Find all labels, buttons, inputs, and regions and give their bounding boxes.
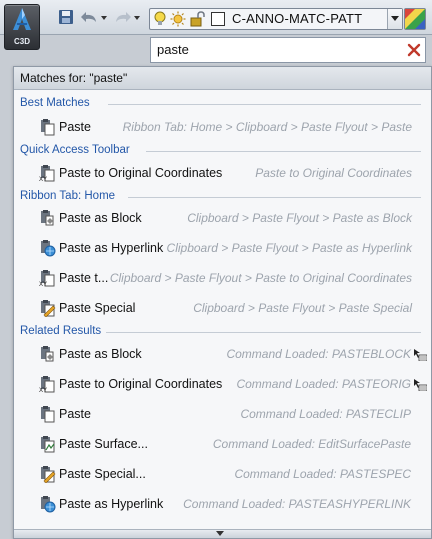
search-results-panel: Matches for: "paste" Best Matches Paste … xyxy=(13,66,432,539)
result-label: Paste as Block xyxy=(59,347,142,361)
command-search-box[interactable] xyxy=(150,37,426,63)
result-label: Paste as Hyperlink xyxy=(59,497,164,511)
result-row[interactable]: Paste as Block Clipboard > Paste Flyout … xyxy=(14,203,431,233)
result-path: Clipboard > Paste Flyout > Paste as Hype… xyxy=(166,241,412,255)
result-label: Paste as Hyperlink xyxy=(59,241,164,255)
section-divider xyxy=(128,197,421,198)
app-product-label: C3D xyxy=(13,37,30,46)
result-label: Paste as Block xyxy=(59,211,142,225)
result-path: Clipboard > Paste Flyout > Paste to Orig… xyxy=(109,271,412,285)
result-path: Ribbon Tab: Home > Clipboard > Paste Fly… xyxy=(122,120,412,134)
chevron-down-icon xyxy=(391,16,399,21)
paste-special-icon xyxy=(41,300,56,317)
svg-text:XY: XY xyxy=(39,282,47,287)
layer-unlock-icon[interactable] xyxy=(189,11,205,27)
undo-icon[interactable] xyxy=(80,9,98,25)
search-input[interactable] xyxy=(153,40,409,58)
layer-name: C-ANNO-MATC-PATT xyxy=(232,11,363,26)
undo-dropdown-icon[interactable] xyxy=(100,9,108,25)
result-path: Command Loaded: PASTEBLOCK xyxy=(226,347,411,361)
section-ribbon-tab-home: Ribbon Tab: Home xyxy=(20,190,116,202)
paste-hyperlink-icon xyxy=(41,496,56,513)
result-label: Paste xyxy=(59,120,91,134)
section-divider xyxy=(106,332,421,333)
result-row[interactable]: Paste as Hyperlink Clipboard > Paste Fly… xyxy=(14,233,431,263)
close-icon[interactable] xyxy=(406,42,422,58)
paste-hyperlink-icon xyxy=(41,240,56,257)
result-row[interactable]: Paste Special... Command Loaded: PASTESP… xyxy=(14,459,431,489)
result-path: Command Loaded: PASTEORIG xyxy=(236,377,411,391)
result-label: Paste Surface... xyxy=(59,437,148,451)
layer-thaw-icon[interactable] xyxy=(170,11,186,27)
paste-surface-icon xyxy=(41,436,55,453)
save-icon[interactable] xyxy=(58,9,74,25)
layer-color-swatch[interactable] xyxy=(211,12,225,26)
result-label: Paste t... xyxy=(59,271,109,285)
paste-orig-icon: XY xyxy=(39,165,55,182)
result-row[interactable]: Paste as Hyperlink Command Loaded: PASTE… xyxy=(14,489,431,519)
autocad-logo-icon xyxy=(13,8,31,30)
layer-on-icon[interactable] xyxy=(153,11,167,27)
result-path: Clipboard > Paste Flyout > Paste Special xyxy=(193,301,412,315)
paste-icon xyxy=(41,406,55,423)
section-related-results: Related Results xyxy=(20,325,102,337)
layer-dropdown[interactable]: C-ANNO-MATC-PATT xyxy=(149,8,403,30)
paste-orig-icon: XY xyxy=(39,270,55,287)
section-divider xyxy=(108,104,421,105)
result-label: Paste to Original Coordinates xyxy=(59,166,223,180)
result-row[interactable]: Paste Surface... Command Loaded: EditSur… xyxy=(14,429,431,459)
paste-icon xyxy=(41,119,55,136)
results-header-text: Matches for: "paste" xyxy=(20,71,128,85)
command-line-icon xyxy=(414,379,427,391)
result-row[interactable]: Paste as Block Command Loaded: PASTEBLOC… xyxy=(14,339,431,369)
results-header: Matches for: "paste" xyxy=(14,67,431,90)
result-path: Command Loaded: PASTECLIP xyxy=(240,407,411,421)
result-row[interactable]: XY Paste to Original Coordinates Paste t… xyxy=(14,158,431,188)
result-label: Paste xyxy=(59,407,91,421)
paste-special-icon xyxy=(41,466,56,483)
result-path: Command Loaded: PASTESPEC xyxy=(234,467,411,481)
section-quick-access-toolbar: Quick Access Toolbar xyxy=(20,144,130,156)
application-menu-button[interactable]: C3D xyxy=(4,4,40,50)
color-palette-button[interactable] xyxy=(404,8,426,30)
result-row[interactable]: Paste Command Loaded: PASTECLIP xyxy=(14,399,431,429)
layer-dropdown-button[interactable] xyxy=(387,9,402,29)
paste-block-icon xyxy=(41,210,54,226)
result-row[interactable]: XY Paste to Original Coordinates Command… xyxy=(14,369,431,399)
result-row[interactable]: Paste Special Clipboard > Paste Flyout >… xyxy=(14,293,431,323)
redo-dropdown-icon[interactable] xyxy=(133,9,141,25)
result-label: Paste Special... xyxy=(59,467,146,481)
section-divider xyxy=(146,151,421,152)
color-palette-icon xyxy=(405,9,425,29)
result-label: Paste Special xyxy=(59,301,136,315)
chevron-down-icon xyxy=(216,531,224,536)
result-path: Paste to Original Coordinates xyxy=(255,166,412,180)
result-row[interactable]: XY Paste t... Clipboard > Paste Flyout >… xyxy=(14,263,431,293)
svg-text:XY: XY xyxy=(39,177,47,182)
command-line-icon xyxy=(414,349,427,361)
redo-icon[interactable] xyxy=(114,9,132,25)
result-label: Paste to Original Coordinates xyxy=(59,377,223,391)
paste-orig-icon: XY xyxy=(39,376,55,393)
result-path: Clipboard > Paste Flyout > Paste as Bloc… xyxy=(187,211,412,225)
section-best-matches: Best Matches xyxy=(20,97,90,109)
result-row[interactable]: Paste Ribbon Tab: Home > Clipboard > Pas… xyxy=(14,112,431,142)
result-path: Command Loaded: PASTEASHYPERLINK xyxy=(183,497,411,511)
svg-text:XY: XY xyxy=(39,388,47,393)
result-path: Command Loaded: EditSurfacePaste xyxy=(212,437,411,451)
quick-access-toolbar: C-ANNO-MATC-PATT xyxy=(0,0,432,35)
paste-block-icon xyxy=(41,346,54,362)
